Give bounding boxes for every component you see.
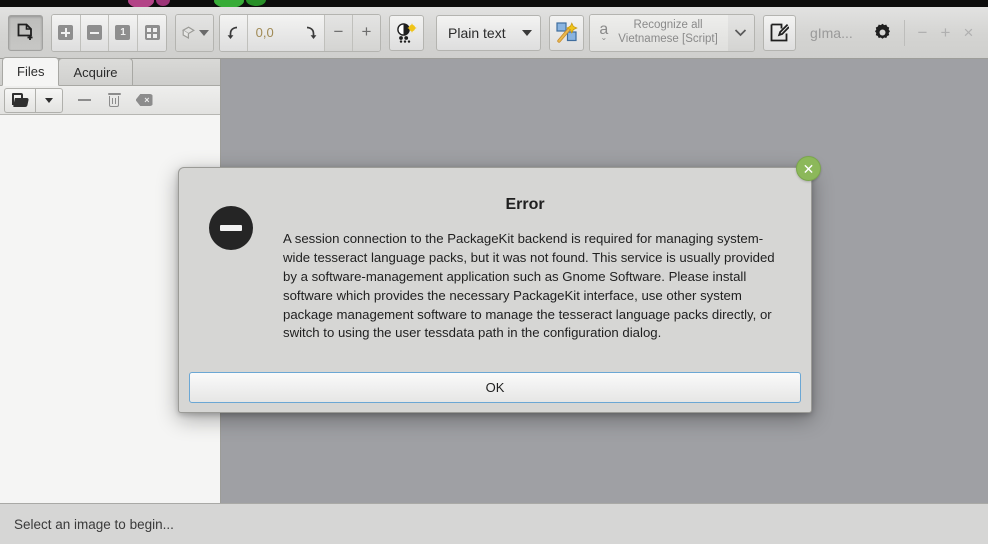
error-icon-bar	[220, 225, 242, 231]
error-dialog: ✕ Error A session connection to the Pack…	[178, 156, 821, 413]
open-folder-icon	[12, 93, 29, 107]
brightness-decrease-button[interactable]: −	[325, 14, 353, 51]
zoom-original-label: 1	[120, 27, 126, 38]
zoom-out-button[interactable]	[80, 14, 110, 51]
recognize-label: Recognize all Vietnamese [Script]	[608, 19, 728, 46]
rotation-value[interactable]: 0,0	[247, 14, 298, 51]
minimize-button[interactable]: −	[911, 23, 934, 43]
ok-button-label: OK	[485, 380, 505, 395]
recognize-button[interactable]	[549, 14, 585, 51]
clear-icon: ×	[135, 94, 153, 106]
zoom-in-icon	[58, 25, 74, 40]
chevron-down-icon	[735, 29, 747, 37]
toolbar-divider	[904, 19, 905, 46]
rotate-mode-chevron-icon	[198, 29, 209, 36]
dialog-body: Error A session connection to the Packag…	[179, 168, 811, 343]
remove-file-button[interactable]	[69, 88, 99, 113]
application-window: 1 0,0 − + Plain text a ⌄ Recognize all V…	[0, 0, 988, 544]
gear-icon	[874, 23, 890, 39]
status-bar: Select an image to begin...	[0, 503, 988, 544]
desktop-artifact-pink-2	[156, 0, 170, 6]
brightness-contrast-icon	[397, 22, 417, 43]
dialog-close-button[interactable]: ✕	[796, 156, 821, 181]
rotation-group: 0,0 − +	[219, 13, 382, 52]
rotate-right-button[interactable]	[297, 14, 326, 51]
zoom-in-button[interactable]	[52, 14, 81, 51]
open-file-dropdown[interactable]	[35, 87, 63, 113]
zoom-fit-button[interactable]	[137, 14, 167, 51]
brightness-increase-button[interactable]: +	[352, 14, 381, 51]
rotation-value-label: 0,0	[255, 25, 274, 40]
open-file-button[interactable]	[4, 87, 35, 113]
dialog-text: Error A session connection to the Packag…	[253, 196, 787, 343]
dialog-message: A session connection to the PackageKit b…	[283, 231, 775, 341]
output-mode-label: Plain text	[448, 24, 506, 41]
rotate-page-icon	[181, 26, 195, 40]
add-images-button[interactable]	[8, 14, 44, 51]
desktop-background-strip	[0, 0, 988, 7]
rotate-left-button[interactable]	[220, 14, 248, 51]
zoom-out-icon	[86, 25, 102, 40]
rotate-right-icon	[307, 26, 317, 39]
zoom-fit-icon	[144, 25, 160, 40]
recognize-line-1: Recognize all	[633, 18, 703, 31]
settings-button[interactable]	[867, 15, 898, 51]
dialog-actions: OK	[189, 372, 801, 403]
recognize-language-group: a ⌄ Recognize all Vietnamese [Script]	[589, 13, 755, 52]
output-mode-button[interactable]: Plain text	[436, 14, 542, 51]
window-title: gIma...	[809, 24, 853, 41]
output-pane-button[interactable]	[762, 14, 796, 51]
recognize-dropdown-button[interactable]	[727, 14, 754, 51]
minus-icon	[77, 99, 91, 101]
rotate-mode-button[interactable]	[176, 14, 214, 51]
close-button[interactable]: ×	[957, 23, 980, 43]
delete-file-button[interactable]	[99, 88, 129, 113]
sidebar-toolbar: ×	[0, 86, 220, 115]
clear-list-button[interactable]: ×	[129, 88, 159, 113]
magic-wand-icon	[556, 22, 578, 43]
status-message: Select an image to begin...	[14, 516, 174, 532]
header-toolbar: 1 0,0 − + Plain text a ⌄ Recognize all V…	[0, 7, 988, 59]
edit-document-icon	[770, 23, 789, 42]
zoom-button-group: 1	[51, 13, 168, 52]
zoom-original-icon: 1	[115, 25, 131, 40]
desktop-artifact-green	[214, 0, 244, 7]
sidebar-tabs: Files Acquire	[0, 57, 220, 86]
recognize-line-2: Vietnamese [Script]	[618, 32, 718, 45]
maximize-button[interactable]: +	[934, 23, 957, 43]
chevron-down-icon	[45, 97, 53, 103]
rotate-mode-group	[175, 13, 215, 52]
chevron-down-icon	[521, 29, 532, 36]
language-script-indicator[interactable]: a ⌄ Recognize all Vietnamese [Script]	[590, 14, 728, 51]
minus-icon: −	[333, 22, 344, 41]
trash-icon	[107, 92, 121, 108]
ok-button[interactable]: OK	[189, 372, 801, 403]
close-icon: ✕	[802, 160, 815, 177]
document-add-icon	[17, 23, 33, 40]
desktop-artifact-green-2	[246, 0, 266, 6]
script-chevron-icon: ⌄	[600, 33, 608, 43]
dialog-title: Error	[505, 196, 545, 213]
plus-icon: +	[361, 22, 372, 41]
tab-acquire-label: Acquire	[73, 64, 118, 80]
desktop-artifact-pink	[128, 0, 154, 7]
image-controls-button[interactable]	[389, 14, 425, 51]
script-glyph-icon: a ⌄	[599, 20, 609, 43]
tab-files[interactable]: Files	[2, 57, 60, 86]
error-icon	[209, 206, 253, 250]
tab-acquire[interactable]: Acquire	[58, 58, 133, 85]
rotate-left-icon	[227, 26, 237, 39]
tab-files-label: Files	[17, 64, 45, 79]
zoom-original-button[interactable]: 1	[109, 14, 138, 51]
